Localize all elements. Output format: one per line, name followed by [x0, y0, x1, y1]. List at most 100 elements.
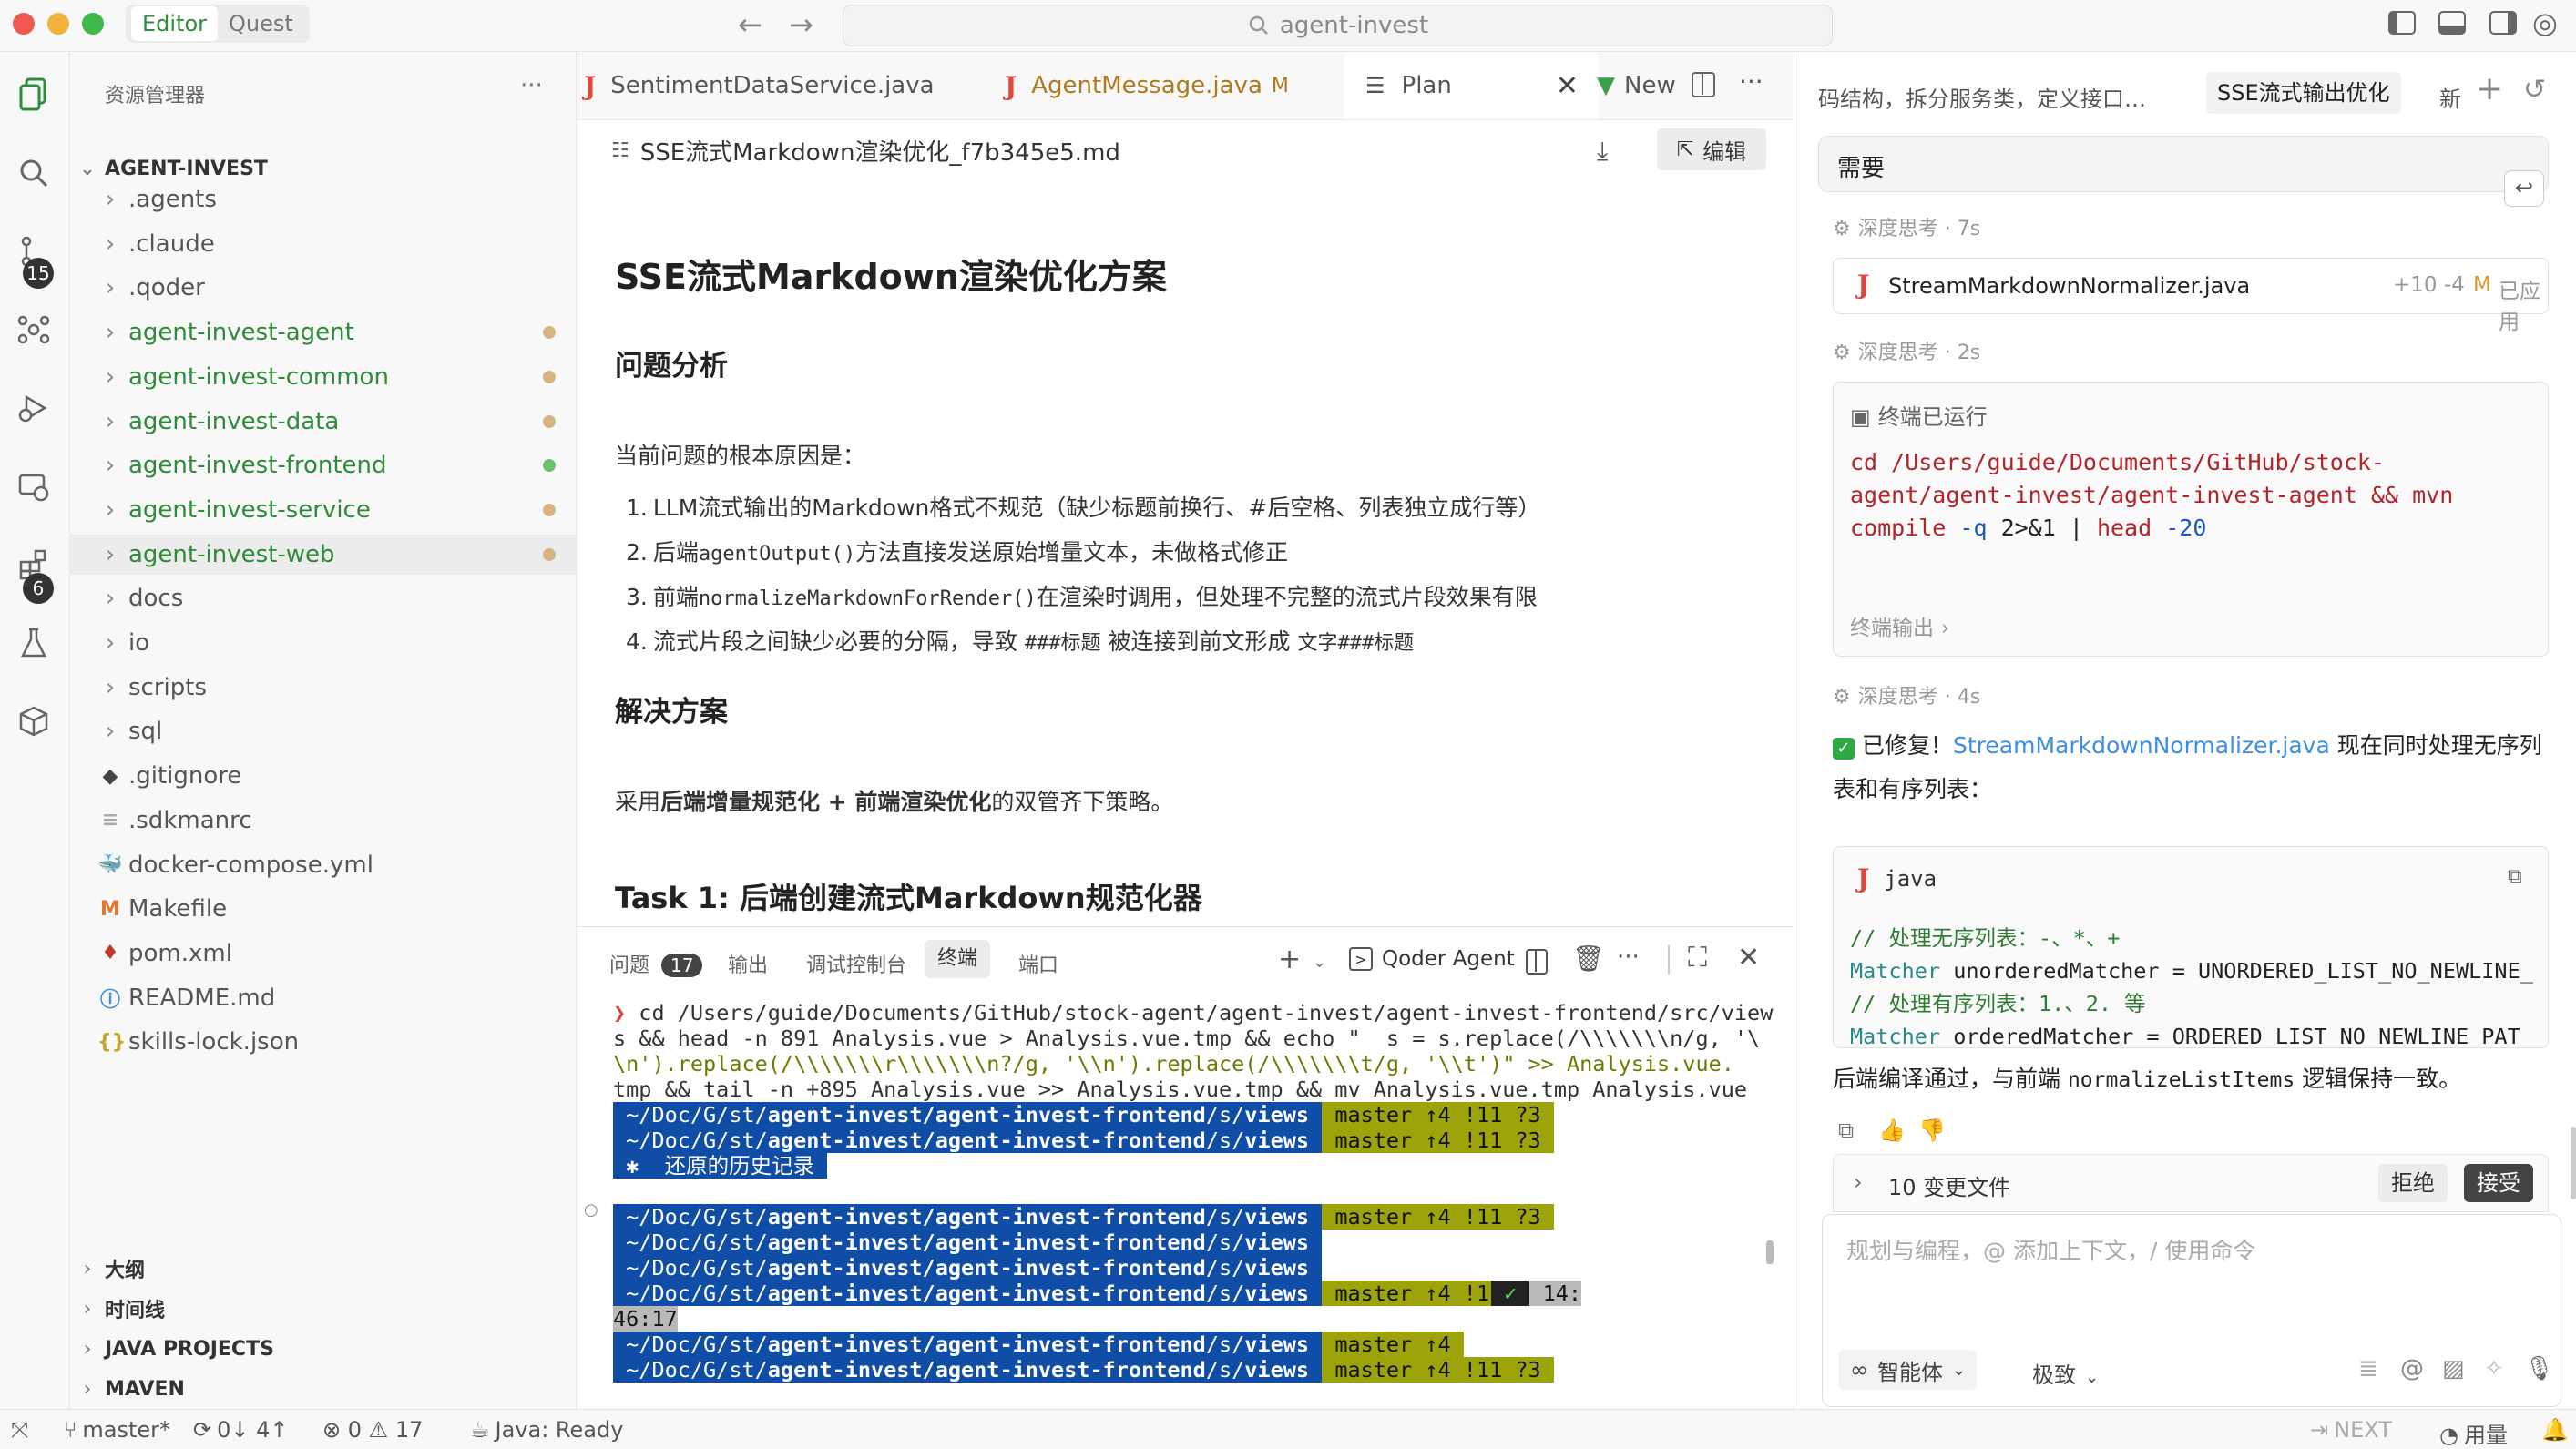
section-timeline[interactable]: › 时间线 [70, 1289, 576, 1329]
trash-icon[interactable]: 🗑 [1572, 944, 1605, 974]
testing-flask-icon[interactable] [13, 622, 55, 664]
chevron-down-icon[interactable]: ⌄ [1313, 953, 1326, 972]
undo-icon[interactable]: ↩ [2504, 170, 2544, 207]
chat-scrollbar[interactable] [2571, 1127, 2576, 1199]
download-icon[interactable]: ⤓ [1597, 136, 1608, 167]
mode-selector[interactable]: ∞ 智能体 ⌄ [1839, 1350, 1978, 1390]
history-icon[interactable]: ↺ [2523, 74, 2546, 106]
think-step-2[interactable]: ⚙ 深度思考 · 2s [1833, 336, 1980, 365]
zoom-window-button[interactable] [82, 13, 104, 35]
search-icon[interactable] [13, 152, 55, 194]
model-selector[interactable]: 极致 ⌄ [2032, 1357, 2099, 1389]
folder-item[interactable]: › .agents [70, 179, 576, 219]
context-icon[interactable]: ≣ [2358, 1355, 2378, 1383]
tab-sentiment-data-service[interactable]: J SentimentDataService.java [584, 52, 935, 119]
run-debug-icon[interactable] [13, 387, 55, 429]
more-actions-icon[interactable]: ··· [520, 72, 543, 99]
mode-quest[interactable]: Quest [218, 6, 304, 41]
folder-item[interactable]: › .qoder [70, 268, 576, 308]
sparkle-icon[interactable]: ✧ [2484, 1355, 2504, 1383]
terminal-scrollbar[interactable] [1766, 1240, 1774, 1264]
section-maven[interactable]: › MAVEN [70, 1369, 576, 1409]
microphone-icon[interactable]: 🎙 [2524, 1355, 2554, 1383]
branch-status[interactable]: ⑂ master* [64, 1417, 170, 1443]
terminal-profile[interactable]: > Qoder Agent [1349, 947, 1515, 971]
remote-explorer-icon[interactable] [13, 465, 55, 507]
folder-item[interactable]: › agent-invest-data [70, 402, 576, 442]
maximize-panel-icon[interactable]: ⛶ [1688, 942, 1707, 974]
folder-item[interactable]: › agent-invest-web [70, 534, 576, 575]
problems-status[interactable]: ⊗ 0 ⚠ 17 [322, 1417, 423, 1443]
folder-item[interactable]: › scripts [70, 668, 576, 708]
file-item[interactable]: ◆ .gitignore [70, 756, 576, 796]
package-box-icon[interactable] [13, 700, 55, 742]
changes-label[interactable]: 10 变更文件 [1888, 1169, 2010, 1201]
image-icon[interactable]: ▨ [2442, 1355, 2465, 1383]
mention-icon[interactable]: @ [2400, 1355, 2424, 1383]
chat-tab-active[interactable]: SSE流式输出优化 [2206, 72, 2401, 114]
file-item[interactable]: ⓘ README.md [70, 978, 576, 1018]
file-item[interactable]: M Makefile [70, 889, 576, 929]
folder-item[interactable]: › sql [70, 711, 576, 751]
folder-item[interactable]: › .claude [70, 224, 576, 264]
sync-status[interactable]: ⟳ 0↓ 4↑ [193, 1417, 289, 1443]
tab-terminal[interactable]: 终端 [925, 940, 991, 978]
think-step-1[interactable]: ⚙ 深度思考 · 7s [1833, 212, 1980, 241]
notifications-icon[interactable]: 🔔 [2541, 1417, 2569, 1443]
graph-icon[interactable] [13, 309, 55, 351]
accept-button[interactable]: 接受 [2464, 1164, 2533, 1202]
chevron-right-icon[interactable]: › [1854, 1169, 1863, 1195]
folder-item[interactable]: › io [70, 623, 576, 663]
more-actions-icon[interactable]: ··· [1739, 66, 1763, 97]
command-search[interactable]: agent-invest [843, 5, 1833, 46]
toggle-secondary-sidebar-icon[interactable] [2489, 11, 2517, 35]
chat-tab-new[interactable]: 新 [2439, 81, 2461, 113]
folder-item[interactable]: › agent-invest-frontend [70, 445, 576, 485]
next-status[interactable]: ⇥ NEXT [2310, 1417, 2392, 1443]
java-status[interactable]: ☕ Java: Ready [470, 1417, 623, 1443]
back-arrow-icon[interactable]: ← [738, 7, 762, 42]
more-actions-icon[interactable]: ··· [1617, 944, 1640, 971]
explorer-icon[interactable] [13, 74, 55, 116]
terminal-output-link[interactable]: 终端输出 › [1850, 610, 1949, 641]
account-icon[interactable]: ◎ [2532, 5, 2558, 40]
tab-output[interactable]: 输出 [728, 949, 768, 978]
think-step-3[interactable]: ⚙ 深度思考 · 4s [1833, 680, 1980, 709]
file-change-card[interactable]: J StreamMarkdownNormalizer.java +10 -4 M… [1833, 258, 2549, 334]
thumbs-down-icon[interactable]: 👎 [1918, 1117, 1946, 1143]
folder-item[interactable]: › agent-invest-common [70, 357, 576, 397]
tab-problems[interactable]: 问题 17 [609, 949, 703, 978]
folder-item[interactable]: › agent-invest-service [70, 490, 576, 530]
minimize-window-button[interactable] [47, 13, 69, 35]
folder-item[interactable]: › docs [70, 578, 576, 618]
file-item[interactable]: ♦ pom.xml [70, 934, 576, 974]
close-panel-icon[interactable]: ✕ [1737, 942, 1760, 974]
add-chat-icon[interactable]: + [2476, 70, 2503, 107]
copy-icon[interactable]: ⧉ [1838, 1117, 1854, 1143]
file-item[interactable]: {} skills-lock.json [70, 1022, 576, 1062]
tab-ports[interactable]: 端口 [1018, 949, 1058, 978]
usage-status[interactable]: ◔ 用量 [2439, 1417, 2508, 1449]
chat-input-box[interactable]: 规划与编程，@ 添加上下文，/ 使用命令 ∞ 智能体 ⌄ 极致 ⌄ ≣ @ ▨ ✧ 🎙 [1822, 1214, 2561, 1407]
edit-button[interactable]: ⇱ 编辑 [1657, 128, 1766, 170]
close-icon[interactable]: ✕ [1556, 70, 1579, 102]
section-outline[interactable]: › 大纲 [70, 1249, 576, 1289]
close-window-button[interactable] [13, 13, 35, 35]
mode-editor[interactable]: Editor [131, 6, 219, 41]
toggle-sidebar-icon[interactable] [2388, 11, 2416, 35]
thumbs-up-icon[interactable]: 👍 [1878, 1117, 1906, 1143]
tab-debug-console[interactable]: 调试控制台 [806, 949, 906, 978]
tab-new[interactable]: ▼ New [1597, 52, 1706, 119]
file-link[interactable]: StreamMarkdownNormalizer.java [1953, 732, 2330, 759]
forward-arrow-icon[interactable]: → [789, 7, 813, 42]
remote-icon[interactable]: ⤧ [11, 1417, 28, 1443]
split-editor-icon[interactable] [1692, 72, 1715, 97]
tab-agent-message[interactable]: J AgentMessage.java M [1005, 52, 1314, 119]
reject-button[interactable]: 拒绝 [2378, 1164, 2448, 1202]
split-terminal-icon[interactable] [1526, 949, 1548, 975]
toggle-panel-icon[interactable] [2438, 11, 2466, 35]
chat-tab-previous[interactable]: 码结构，拆分服务类，定义接口… [1818, 81, 2146, 113]
folder-item[interactable]: › agent-invest-agent [70, 312, 576, 352]
new-terminal-icon[interactable]: + [1278, 944, 1301, 975]
copy-icon[interactable]: ⧉ [2508, 865, 2522, 888]
